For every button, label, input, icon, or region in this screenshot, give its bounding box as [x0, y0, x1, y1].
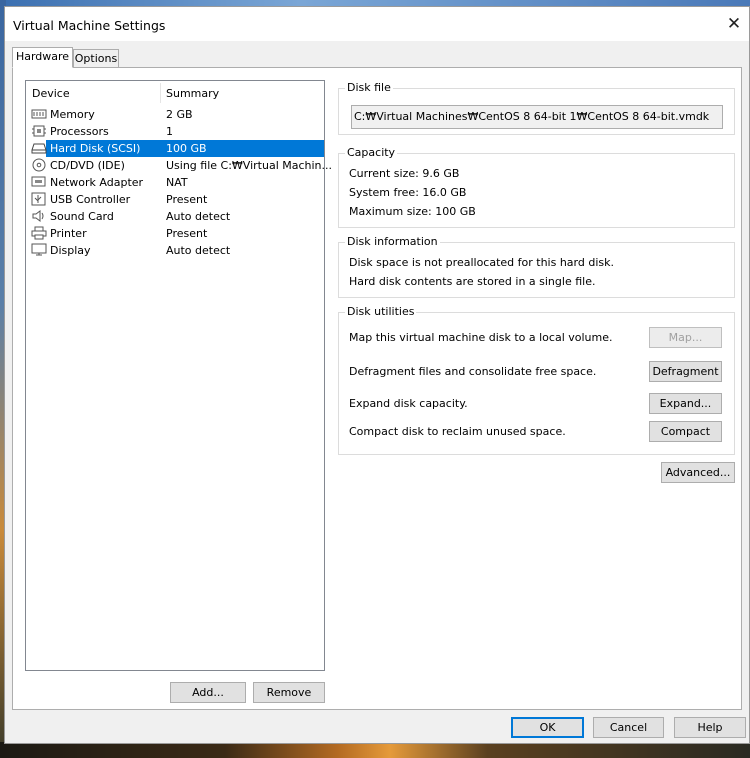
- desktop-background-bottom: [0, 742, 750, 758]
- device-name: USB Controller: [50, 193, 131, 206]
- device-summary: Using file C:₩Virtual Machin...: [166, 159, 333, 172]
- disk-utilities-group: Disk utilities Map this virtual machine …: [338, 305, 735, 455]
- device-row-cd-dvd[interactable]: CD/DVD (IDE) Using file C:₩Virtual Machi…: [26, 157, 332, 174]
- processor-icon: [31, 124, 47, 139]
- disk-file-path[interactable]: C:₩Virtual Machines₩CentOS 8 64-bit 1₩Ce…: [351, 105, 723, 129]
- device-row-display[interactable]: Display Auto detect: [26, 242, 324, 259]
- device-name: CD/DVD (IDE): [50, 159, 125, 172]
- disk-info-line-1: Disk space is not preallocated for this …: [349, 256, 614, 269]
- device-summary: Present: [166, 193, 208, 206]
- device-row-usb-controller[interactable]: USB Controller Present: [26, 191, 324, 208]
- device-name: Network Adapter: [50, 176, 144, 189]
- device-row-sound-card[interactable]: Sound Card Auto detect: [26, 208, 324, 225]
- expand-button[interactable]: Expand...: [649, 393, 722, 414]
- current-size: Current size: 9.6 GB: [349, 167, 460, 180]
- add-button[interactable]: Add...: [170, 682, 246, 703]
- display-icon: [31, 243, 47, 258]
- disk-file-legend: Disk file: [345, 81, 393, 95]
- hard-disk-icon: [31, 141, 47, 156]
- device-name: Processors: [50, 125, 109, 138]
- disk-file-group: Disk file C:₩Virtual Machines₩CentOS 8 6…: [338, 81, 735, 135]
- column-header-device[interactable]: Device: [32, 87, 70, 100]
- window-title: Virtual Machine Settings: [13, 18, 166, 33]
- device-name: Hard Disk (SCSI): [50, 142, 141, 155]
- memory-icon: [31, 107, 47, 122]
- advanced-button[interactable]: Advanced...: [661, 462, 735, 483]
- device-row-network-adapter[interactable]: Network Adapter NAT: [26, 174, 324, 191]
- disk-info-line-2: Hard disk contents are stored in a singl…: [349, 275, 596, 288]
- capacity-group: Capacity Current size: 9.6 GB System fre…: [338, 146, 735, 228]
- device-row-memory[interactable]: Memory 2 GB: [26, 106, 324, 123]
- tab-hardware[interactable]: Hardware: [12, 47, 73, 68]
- map-description: Map this virtual machine disk to a local…: [349, 331, 613, 344]
- disk-information-legend: Disk information: [345, 235, 440, 249]
- device-summary: Auto detect: [166, 244, 231, 257]
- remove-button[interactable]: Remove: [253, 682, 325, 703]
- column-divider[interactable]: [160, 83, 161, 103]
- vm-settings-dialog: Virtual Machine Settings ✕ Hardware Opti…: [4, 6, 750, 744]
- cd-dvd-icon: [31, 158, 47, 173]
- system-free: System free: 16.0 GB: [349, 186, 467, 199]
- network-adapter-icon: [31, 175, 47, 190]
- tab-options[interactable]: Options: [73, 49, 119, 68]
- device-name: Printer: [50, 227, 87, 240]
- device-name: Sound Card: [50, 210, 114, 223]
- device-summary: Auto detect: [166, 210, 231, 223]
- disk-information-group: Disk information Disk space is not preal…: [338, 235, 735, 298]
- usb-icon: [31, 192, 47, 207]
- capacity-legend: Capacity: [345, 146, 398, 160]
- hardware-panel: Device Summary Memory 2 GB Processors 1: [12, 67, 742, 710]
- compact-button[interactable]: Compact: [649, 421, 722, 442]
- compact-description: Compact disk to reclaim unused space.: [349, 425, 566, 438]
- sound-icon: [31, 209, 47, 224]
- cancel-button[interactable]: Cancel: [593, 717, 664, 738]
- column-header-summary[interactable]: Summary: [166, 87, 219, 100]
- device-list[interactable]: Device Summary Memory 2 GB Processors 1: [25, 80, 332, 671]
- device-summary: Present: [166, 227, 208, 240]
- device-row-hard-disk[interactable]: Hard Disk (SCSI) 100 GB: [26, 140, 324, 157]
- device-summary: 100 GB: [166, 142, 207, 155]
- help-button[interactable]: Help: [674, 717, 746, 738]
- device-name: Display: [50, 244, 91, 257]
- defragment-description: Defragment files and consolidate free sp…: [349, 365, 597, 378]
- device-summary: 2 GB: [166, 108, 193, 121]
- device-summary: 1: [166, 125, 173, 138]
- map-button[interactable]: Map...: [649, 327, 722, 348]
- title-bar[interactable]: Virtual Machine Settings ✕: [5, 7, 749, 41]
- printer-icon: [31, 226, 47, 241]
- maximum-size: Maximum size: 100 GB: [349, 205, 476, 218]
- close-icon[interactable]: ✕: [723, 13, 745, 35]
- expand-description: Expand disk capacity.: [349, 397, 468, 410]
- device-summary: NAT: [166, 176, 188, 189]
- ok-button[interactable]: OK: [511, 717, 584, 738]
- device-name: Memory: [50, 108, 95, 121]
- disk-utilities-legend: Disk utilities: [345, 305, 417, 319]
- device-row-processors[interactable]: Processors 1: [26, 123, 324, 140]
- list-header: Device Summary: [26, 81, 324, 103]
- defragment-button[interactable]: Defragment: [649, 361, 722, 382]
- device-row-printer[interactable]: Printer Present: [26, 225, 324, 242]
